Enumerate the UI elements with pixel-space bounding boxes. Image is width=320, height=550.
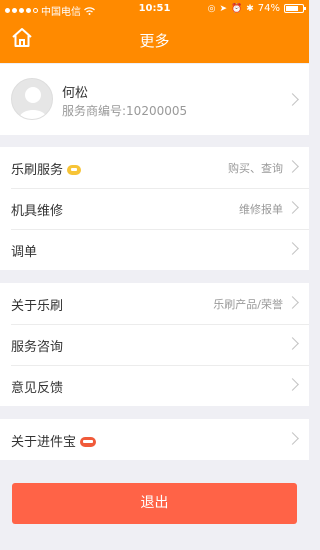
avatar [11, 78, 53, 120]
chevron-right-icon [286, 337, 299, 350]
bluetooth-icon: ✱ [246, 3, 254, 14]
hot-badge-icon [67, 164, 82, 175]
page-title: 更多 [139, 32, 170, 50]
status-right: ◎ ➤ ⏰ ✱ 74% [207, 3, 306, 14]
menu-item-label: 乐刷服务 [11, 163, 64, 178]
top-bar: 中国电信 10:51 ◎ ➤ ⏰ ✱ 74% 更多 [0, 0, 309, 63]
status-bar: 中国电信 10:51 ◎ ➤ ⏰ ✱ 74% [0, 0, 309, 18]
chevron-right-icon [286, 93, 299, 106]
menu-item-leshua-service[interactable]: 乐刷服务 购买、查询 [0, 147, 309, 188]
menu-item-label: 调单 [11, 245, 38, 260]
nav-bar: 更多 [0, 18, 309, 63]
menu-item-adjust-order[interactable]: 调单 [0, 229, 309, 270]
menu-group-3: 关于进件宝 [0, 419, 309, 460]
chevron-right-icon [286, 432, 299, 445]
menu-item-about-jinjianbao[interactable]: 关于进件宝 [0, 419, 309, 460]
logout-button[interactable]: 退出 [12, 483, 297, 524]
chevron-right-icon [286, 160, 299, 173]
menu-item-label: 关于乐刷 [11, 299, 64, 314]
profile-card[interactable]: 何松 服务商编号:10200005 [0, 64, 309, 135]
menu-item-feedback[interactable]: 意见反馈 [0, 365, 309, 406]
menu-item-label: 关于进件宝 [11, 435, 77, 450]
new-badge-icon [80, 436, 97, 447]
location-icon: ➤ [219, 3, 227, 14]
menu-group-2: 关于乐刷 乐刷产品/荣誉 服务咨询 意见反馈 [0, 283, 309, 406]
battery-icon [284, 4, 306, 13]
menu-item-service-consult[interactable]: 服务咨询 [0, 324, 309, 365]
menu-item-detail: 维修报单 [239, 203, 283, 216]
profile-name: 何松 [62, 86, 89, 101]
alarm-icon: ⏰ [231, 3, 243, 14]
menu-item-label: 机具维修 [11, 204, 64, 219]
menu-item-detail: 购买、查询 [228, 162, 283, 175]
chevron-right-icon [286, 201, 299, 214]
chevron-right-icon [286, 378, 299, 391]
menu-group-1: 乐刷服务 购买、查询 机具维修 维修报单 调单 [0, 147, 309, 270]
avatar-placeholder-icon [19, 87, 47, 119]
profile-id: 服务商编号:10200005 [62, 104, 188, 118]
chevron-right-icon [286, 296, 299, 309]
menu-item-about-leshua[interactable]: 关于乐刷 乐刷产品/荣誉 [0, 283, 309, 324]
menu-item-detail: 乐刷产品/荣誉 [213, 298, 283, 311]
menu-item-label: 意见反馈 [11, 381, 64, 396]
menu-item-label: 服务咨询 [11, 340, 64, 355]
menu-item-device-repair[interactable]: 机具维修 维修报单 [0, 188, 309, 229]
battery-percent: 74% [257, 3, 280, 14]
chevron-right-icon [286, 242, 299, 255]
orientation-lock-icon: ◎ [207, 3, 216, 14]
